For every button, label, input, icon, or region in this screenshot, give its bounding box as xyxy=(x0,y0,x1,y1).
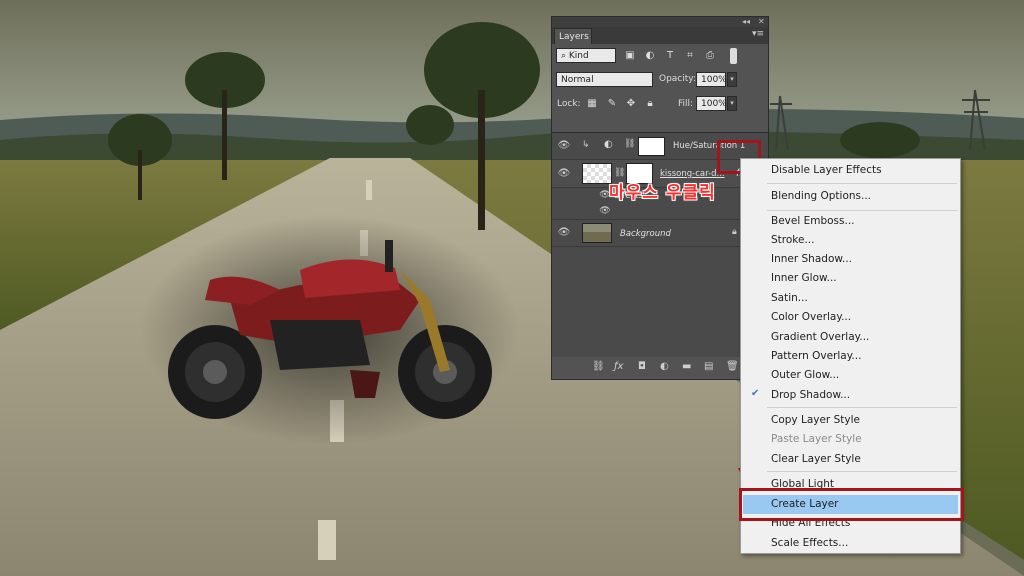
menu-item-inner-glow[interactable]: Inner Glow... xyxy=(771,269,837,288)
layer-thumbnail xyxy=(582,163,612,184)
filter-kind-select[interactable]: ⌕ Kind xyxy=(556,48,616,63)
filter-row: ⌕ Kind ▣ ◐ T ⌗ ⎙ xyxy=(552,48,768,65)
right-click-annotation: 마우스 우클릭 xyxy=(609,183,716,203)
smart-object-filter-icon[interactable]: ⎙ xyxy=(704,50,716,62)
blend-mode-select[interactable]: Normal xyxy=(556,72,653,87)
menu-item-copy-layer-style[interactable]: Copy Layer Style xyxy=(771,411,860,430)
menu-item-scale-effects[interactable]: Scale Effects... xyxy=(771,534,848,553)
lock-transparent-icon[interactable]: ▦ xyxy=(586,98,598,110)
clip-indicator-icon: ↳ xyxy=(582,140,590,150)
new-group-icon[interactable]: ▬ xyxy=(682,361,691,372)
layer-mask-thumbnail xyxy=(638,137,665,156)
menu-item-blending-options[interactable]: Blending Options... xyxy=(771,187,871,206)
collapse-icon[interactable]: ◂◂ xyxy=(742,17,750,27)
visibility-eye-icon[interactable]: 👁︎ xyxy=(557,227,571,238)
menu-item-stroke[interactable]: Stroke... xyxy=(771,231,814,250)
menu-item-bevel-emboss[interactable]: Bevel Emboss... xyxy=(771,212,855,231)
opacity-field[interactable]: 100% xyxy=(696,72,727,87)
menu-item-drop-shadow[interactable]: Drop Shadow... xyxy=(771,386,850,405)
menu-item-outer-glow[interactable]: Outer Glow... xyxy=(771,366,839,385)
lock-pixels-icon[interactable]: ✎ xyxy=(606,98,618,110)
blend-row: Normal Opacity: 100% ▾ xyxy=(552,72,768,89)
chain-link-icon: ⛓︎ xyxy=(624,139,636,149)
chain-link-icon: ⛓︎ xyxy=(614,168,626,178)
menu-separator xyxy=(767,471,957,472)
add-mask-icon[interactable]: ◘ xyxy=(638,361,646,372)
lock-label: Lock: xyxy=(557,99,581,109)
create-layer-highlight-box xyxy=(739,488,964,521)
menu-item-clear-layer-style[interactable]: Clear Layer Style xyxy=(771,450,861,469)
tab-layers[interactable]: Layers xyxy=(554,28,592,44)
layer-thumbnail xyxy=(582,223,612,243)
adjustment-filter-icon[interactable]: ◐ xyxy=(644,50,656,62)
close-icon[interactable]: ✕ xyxy=(758,17,765,27)
new-layer-icon[interactable]: ▤ xyxy=(704,361,713,372)
add-style-icon[interactable]: ƒx xyxy=(614,361,623,372)
shape-filter-icon[interactable]: ⌗ xyxy=(684,50,696,62)
menu-item-color-overlay[interactable]: Color Overlay... xyxy=(771,308,851,327)
filter-kind-value: Kind xyxy=(568,51,589,61)
pixel-filter-icon[interactable]: ▣ xyxy=(624,50,636,62)
fill-label: Fill: xyxy=(678,99,694,109)
visibility-eye-icon[interactable]: 👁︎ xyxy=(557,140,571,151)
search-icon: ⌕ xyxy=(561,51,569,61)
opacity-label: Opacity: xyxy=(659,74,696,84)
panel-menu-icon[interactable]: ▾≡ xyxy=(752,29,764,39)
filter-toggle[interactable] xyxy=(730,48,737,64)
visibility-eye-icon[interactable]: 👁︎ xyxy=(557,168,571,179)
menu-separator xyxy=(767,210,957,211)
new-adjustment-icon[interactable]: ◐ xyxy=(660,361,669,372)
menu-separator xyxy=(767,183,957,184)
menu-item-gradient-overlay[interactable]: Gradient Overlay... xyxy=(771,328,869,347)
fill-dropdown-button[interactable]: ▾ xyxy=(727,96,737,111)
link-layers-icon[interactable]: ⛓︎ xyxy=(592,361,605,372)
type-filter-icon[interactable]: T xyxy=(664,50,676,62)
lock-position-icon[interactable]: ✥ xyxy=(625,98,637,110)
menu-item-inner-shadow[interactable]: Inner Shadow... xyxy=(771,250,852,269)
layer-name[interactable]: Background xyxy=(620,229,671,239)
menu-item-pattern-overlay[interactable]: Pattern Overlay... xyxy=(771,347,861,366)
visibility-eye-icon[interactable]: 👁︎ xyxy=(598,206,612,216)
opacity-dropdown-button[interactable]: ▾ xyxy=(727,72,737,87)
lock-row: Lock: ▦ ✎ ✥ 🔒︎ Fill: 100% ▾ xyxy=(552,96,768,113)
lock-all-icon[interactable]: 🔒︎ xyxy=(644,98,656,110)
menu-item-paste-layer-style: Paste Layer Style xyxy=(771,433,862,445)
checkmark-icon: ✔ xyxy=(751,388,760,399)
menu-item-satin[interactable]: Satin... xyxy=(771,289,808,308)
panel-titlebar: ◂◂ ✕ xyxy=(552,17,768,27)
menu-separator xyxy=(767,407,957,408)
fill-field[interactable]: 100% xyxy=(696,96,727,111)
adjustment-layer-icon: ◐ xyxy=(604,139,613,150)
menu-item-disable-layer-effects[interactable]: Disable Layer Effects xyxy=(771,161,882,180)
